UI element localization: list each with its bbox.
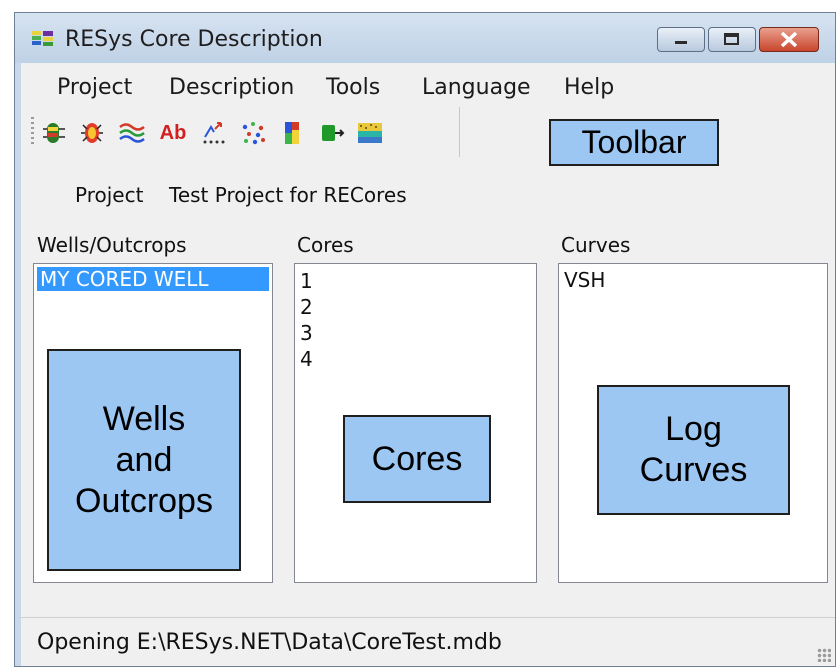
status-text: Opening E:\RESys.NET\Data\CoreTest.mdb: [37, 630, 502, 655]
cores-callout: Cores: [343, 415, 491, 503]
cores-label: Cores: [297, 233, 354, 257]
list-item[interactable]: 2: [295, 294, 536, 320]
color-bars-icon: [285, 122, 299, 144]
curves-label: Curves: [561, 233, 631, 257]
client-area: Project Description Tools Language Help …: [21, 63, 835, 666]
project-name: Test Project for RECores: [169, 183, 407, 207]
menu-help[interactable]: Help: [564, 75, 614, 100]
green-export-button[interactable]: [317, 119, 347, 147]
project-label: Project: [75, 183, 144, 207]
texture-icon: [358, 123, 382, 143]
minimize-icon: [675, 41, 687, 44]
wavy-lines-icon: [119, 123, 145, 143]
title-bar[interactable]: RESys Core Description: [15, 13, 835, 63]
menu-language[interactable]: Language: [422, 75, 531, 100]
toolbar-callout: Toolbar: [549, 119, 719, 166]
app-window: RESys Core Description Project Descripti…: [14, 12, 836, 667]
wells-callout: Wells and Outcrops: [47, 349, 241, 571]
list-item[interactable]: 4: [295, 346, 536, 372]
menu-bar: Project Description Tools Language Help: [21, 63, 835, 100]
color-bars-button[interactable]: [277, 119, 307, 147]
core-bug-icon: [43, 123, 65, 143]
resize-grip-icon[interactable]: [817, 648, 831, 662]
dots-button[interactable]: [239, 119, 269, 147]
minimize-button[interactable]: [657, 27, 705, 52]
app-icon: [32, 31, 53, 46]
menu-tools[interactable]: Tools: [326, 75, 380, 100]
list-item[interactable]: VSH: [559, 268, 827, 293]
text-ab-button[interactable]: Ab: [153, 119, 193, 147]
texture-button[interactable]: [355, 119, 385, 147]
core-bug-button[interactable]: [39, 119, 69, 147]
bug-spots-icon: [81, 123, 103, 143]
maximize-button[interactable]: [708, 27, 756, 52]
close-icon: [780, 31, 798, 48]
dots-icon: [242, 122, 265, 145]
wells-label: Wells/Outcrops: [37, 233, 187, 257]
list-item[interactable]: MY CORED WELL: [37, 267, 269, 291]
list-item[interactable]: 1: [295, 268, 536, 294]
close-button[interactable]: [759, 27, 819, 52]
menu-description[interactable]: Description: [169, 75, 294, 100]
scatter-arrows-button[interactable]: [199, 119, 229, 147]
scatter-arrows-icon: [203, 122, 225, 144]
status-bar: Opening E:\RESys.NET\Data\CoreTest.mdb: [21, 617, 835, 666]
bug-spots-button[interactable]: [77, 119, 107, 147]
green-export-icon: [322, 125, 345, 141]
toolbar-grip[interactable]: [31, 117, 34, 147]
wavy-lines-button[interactable]: [117, 119, 147, 147]
menu-project[interactable]: Project: [57, 75, 132, 100]
maximize-icon: [724, 33, 739, 45]
list-item[interactable]: 3: [295, 320, 536, 346]
curves-callout: Log Curves: [597, 385, 790, 515]
toolbar: Ab: [31, 107, 460, 157]
window-title: RESys Core Description: [65, 27, 323, 52]
